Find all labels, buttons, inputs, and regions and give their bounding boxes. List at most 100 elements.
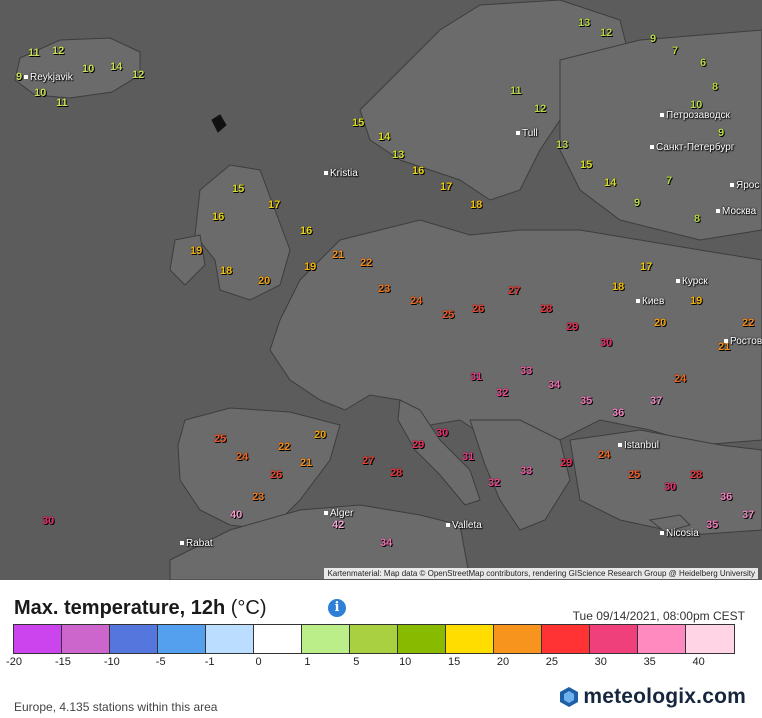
station-value[interactable]: 9 [16,72,22,83]
station-value[interactable]: 9 [650,34,656,45]
station-value[interactable]: 14 [604,178,616,189]
station-value[interactable]: 18 [470,200,482,211]
station-value[interactable]: 9 [634,198,640,209]
station-value[interactable]: 32 [488,478,500,489]
station-value[interactable]: 30 [600,338,612,349]
city-label: Istanbul [618,440,659,451]
station-value[interactable]: 12 [52,46,64,57]
station-value[interactable]: 15 [580,160,592,171]
station-value[interactable]: 28 [540,304,552,315]
station-value[interactable]: 32 [496,388,508,399]
station-value[interactable]: 24 [236,452,248,463]
station-value[interactable]: 27 [362,456,374,467]
station-value[interactable]: 6 [700,58,706,69]
station-value[interactable]: 24 [598,450,610,461]
city-label: Ростов [724,336,762,347]
station-value[interactable]: 7 [666,176,672,187]
station-value[interactable]: 26 [472,304,484,315]
station-value[interactable]: 18 [220,266,232,277]
station-value[interactable]: 40 [230,510,242,521]
station-value[interactable]: 28 [690,470,702,481]
station-value[interactable]: 28 [390,468,402,479]
station-value[interactable]: 10 [34,88,46,99]
station-value[interactable]: 7 [672,46,678,57]
station-value[interactable]: 15 [232,184,244,195]
station-value[interactable]: 30 [42,516,54,527]
station-value[interactable]: 20 [654,318,666,329]
station-value[interactable]: 37 [742,510,754,521]
station-value[interactable]: 16 [412,166,424,177]
station-value[interactable]: 25 [628,470,640,481]
station-value[interactable]: 19 [190,246,202,257]
station-value[interactable]: 30 [436,428,448,439]
station-value[interactable]: 35 [706,520,718,531]
station-value[interactable]: 23 [252,492,264,503]
station-value[interactable]: 17 [268,200,280,211]
station-value[interactable]: 34 [548,380,560,391]
station-value[interactable]: 31 [462,452,474,463]
station-value[interactable]: 22 [360,258,372,269]
station-value[interactable]: 29 [560,458,572,469]
station-value[interactable]: 25 [214,434,226,445]
station-value[interactable]: 13 [578,18,590,29]
station-value[interactable]: 24 [674,374,686,385]
station-value[interactable]: 36 [720,492,732,503]
color-scale-tick: 30 [594,656,607,668]
station-value[interactable]: 21 [300,458,312,469]
station-value[interactable]: 37 [650,396,662,407]
station-value[interactable]: 19 [304,262,316,273]
station-value[interactable]: 12 [534,104,546,115]
station-value[interactable]: 15 [352,118,364,129]
station-value[interactable]: 29 [566,322,578,333]
color-scale-swatch [590,625,638,653]
station-value[interactable]: 22 [278,442,290,453]
station-value[interactable]: 8 [712,82,718,93]
temperature-map[interactable]: 11 12 10 14 12 9 10 11 13 12 9 7 6 8 10 9 15 14 13 16 17 18 15… [0,0,762,580]
station-value[interactable]: 18 [612,282,624,293]
station-value[interactable]: 34 [380,538,392,549]
station-value[interactable]: 23 [378,284,390,295]
station-value[interactable]: 25 [442,310,454,321]
station-value[interactable]: 33 [520,366,532,377]
station-value[interactable]: 17 [640,262,652,273]
station-value[interactable]: 8 [694,214,700,225]
color-scale-tick: 40 [692,656,705,668]
station-value[interactable]: 35 [580,396,592,407]
station-value[interactable]: 14 [378,132,390,143]
station-value[interactable]: 26 [270,470,282,481]
color-scale-swatch [14,625,62,653]
map-attribution[interactable]: Kartenmaterial: Map data © OpenStreetMap… [324,568,758,579]
station-value[interactable]: 36 [612,408,624,419]
station-value[interactable]: 42 [332,520,344,531]
station-value[interactable]: 27 [508,286,520,297]
station-value[interactable]: 29 [412,440,424,451]
station-value[interactable]: 17 [440,182,452,193]
station-value[interactable]: 16 [300,226,312,237]
station-value[interactable]: 33 [520,466,532,477]
station-value[interactable]: 9 [718,128,724,139]
station-value[interactable]: 13 [556,140,568,151]
station-value[interactable]: 19 [690,296,702,307]
color-scale-tick: 25 [545,656,559,668]
station-value[interactable]: 30 [664,482,676,493]
color-scale-swatch [542,625,590,653]
station-value[interactable]: 20 [314,430,326,441]
station-value[interactable]: 11 [56,98,68,109]
station-value[interactable]: 11 [510,86,522,97]
station-value[interactable]: 24 [410,296,422,307]
info-icon[interactable]: i [328,599,346,617]
station-value[interactable]: 10 [82,64,94,75]
station-value[interactable]: 13 [392,150,404,161]
color-scale [13,624,735,654]
station-value[interactable]: 12 [132,70,144,81]
station-value[interactable]: 16 [212,212,224,223]
station-value[interactable]: 14 [110,62,122,73]
station-value[interactable]: 31 [470,372,482,383]
meteologix-logo-icon [560,687,579,707]
station-value[interactable]: 20 [258,276,270,287]
station-value[interactable]: 21 [332,250,344,261]
station-value[interactable]: 22 [742,318,754,329]
brand[interactable]: meteologix.com [559,685,746,709]
station-value[interactable]: 11 [28,48,40,59]
station-value[interactable]: 12 [600,28,612,39]
